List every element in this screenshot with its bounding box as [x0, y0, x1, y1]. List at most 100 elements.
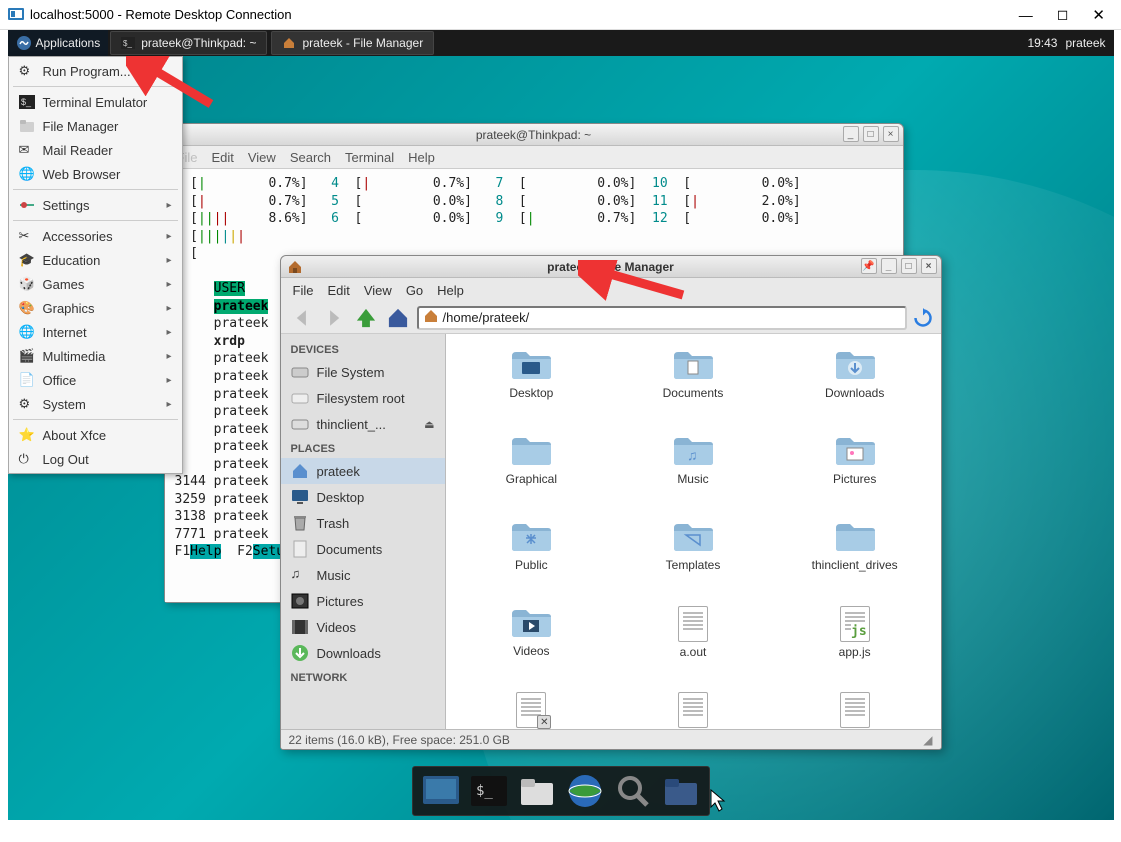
file-manager-window[interactable]: prateek - File Manager 📌_□× File Edit Vi… [280, 255, 942, 750]
sidebar-item-desktop[interactable]: Desktop [281, 484, 445, 510]
nav-up[interactable] [353, 307, 379, 329]
file-icon [834, 348, 876, 383]
file-item-file1-txt[interactable]: ✕file1.txt [454, 692, 610, 729]
file-item-public[interactable]: Public [454, 520, 610, 600]
desktop-icon [291, 488, 309, 506]
menu-terminal[interactable]: Terminal [345, 150, 394, 165]
dock-terminal[interactable]: $_ [467, 770, 511, 812]
sidebar-item-videos[interactable]: Videos [281, 614, 445, 640]
sidebar-item-thinclient[interactable]: thinclient_...⏏ [281, 411, 445, 437]
menu-about[interactable]: ⭐About Xfce [9, 423, 182, 447]
task-label: prateek@Thinkpad: ~ [141, 36, 256, 50]
minimize-button[interactable]: — [1019, 7, 1033, 23]
file-item-a-out[interactable]: a.out [615, 606, 771, 686]
file-item-downloads[interactable]: Downloads [777, 348, 933, 428]
menu-separator [13, 220, 178, 221]
nav-forward[interactable] [321, 307, 347, 329]
file-item-graphical[interactable]: Graphical [454, 434, 610, 514]
fm-icon-view[interactable]: DesktopDocumentsDownloads Graphical♫Music… [446, 334, 941, 729]
pin-icon[interactable]: 📌 [861, 258, 877, 274]
menu-terminal[interactable]: $_Terminal Emulator [9, 90, 182, 114]
sidebar-item-filesystem[interactable]: File System [281, 359, 445, 385]
window-minimize[interactable]: _ [881, 258, 897, 274]
system-icon: ⚙ [19, 396, 35, 412]
resize-grip[interactable]: ◢ [923, 733, 932, 747]
taskbar-item-terminal[interactable]: $_ prateek@Thinkpad: ~ [110, 31, 267, 55]
fm-titlebar[interactable]: prateek - File Manager 📌_□× [281, 256, 941, 278]
terminal-titlebar[interactable]: 📌 prateek@Thinkpad: ~ _□× [165, 124, 903, 146]
file-item-app-js[interactable]: jsapp.js [777, 606, 933, 686]
refresh-button[interactable] [913, 308, 933, 328]
maximize-button[interactable]: ◻ [1057, 6, 1069, 23]
menu-games[interactable]: 🎲Games▸ [9, 272, 182, 296]
menu-accessories[interactable]: ✂Accessories▸ [9, 224, 182, 248]
sidebar-item-downloads[interactable]: Downloads [281, 640, 445, 666]
menu-file[interactable]: File [293, 283, 314, 298]
menu-separator [13, 419, 178, 420]
sidebar-item-trash[interactable]: Trash [281, 510, 445, 536]
dock-web-browser[interactable] [563, 770, 607, 812]
menu-edit[interactable]: Edit [327, 283, 349, 298]
menu-system[interactable]: ⚙System▸ [9, 392, 182, 416]
menu-view[interactable]: View [364, 283, 392, 298]
chevron-right-icon: ▸ [166, 231, 171, 242]
menu-search[interactable]: Search [290, 150, 331, 165]
menu-run-program[interactable]: ⚙Run Program... [9, 59, 182, 83]
window-maximize[interactable]: □ [901, 258, 917, 274]
menu-mail[interactable]: ✉Mail Reader [9, 138, 182, 162]
sb-label: Pictures [317, 594, 364, 609]
menu-graphics[interactable]: 🎨Graphics▸ [9, 296, 182, 320]
dock-folder[interactable] [659, 770, 703, 812]
menu-edit[interactable]: Edit [211, 150, 233, 165]
file-item-templates[interactable]: Templates [615, 520, 771, 600]
music-icon: ♫ [291, 566, 309, 584]
sidebar-item-documents[interactable]: Documents [281, 536, 445, 562]
window-close[interactable]: × [883, 126, 899, 142]
file-item-file2-txt[interactable]: file2.txt [615, 692, 771, 729]
menu-web-browser[interactable]: 🌐Web Browser [9, 162, 182, 186]
menu-settings[interactable]: Settings▸ [9, 193, 182, 217]
file-item-hello-txt[interactable]: hello.txt [777, 692, 933, 729]
menu-help[interactable]: Help [408, 150, 435, 165]
multimedia-icon: 🎬 [19, 348, 35, 364]
menu-office[interactable]: 📄Office▸ [9, 368, 182, 392]
sidebar-item-pictures[interactable]: Pictures [281, 588, 445, 614]
location-bar[interactable]: /home/prateek/ [417, 306, 907, 330]
file-item-desktop[interactable]: Desktop [454, 348, 610, 428]
taskbar-item-filemanager[interactable]: prateek - File Manager [271, 31, 434, 55]
sidebar-item-home[interactable]: prateek [281, 458, 445, 484]
menu-internet[interactable]: 🌐Internet▸ [9, 320, 182, 344]
file-item-music[interactable]: ♫Music [615, 434, 771, 514]
window-close[interactable]: × [921, 258, 937, 274]
menu-multimedia[interactable]: 🎬Multimedia▸ [9, 344, 182, 368]
file-label: Music [677, 472, 708, 486]
applications-menu-button[interactable]: Applications [8, 30, 109, 56]
file-item-thinclient-drives[interactable]: thinclient_drives [777, 520, 933, 600]
menu-education[interactable]: 🎓Education▸ [9, 248, 182, 272]
file-item-pictures[interactable]: Pictures [777, 434, 933, 514]
dock-show-desktop[interactable] [419, 770, 463, 812]
menu-go[interactable]: Go [406, 283, 423, 298]
file-item-videos[interactable]: Videos [454, 606, 610, 686]
dock-file-manager[interactable] [515, 770, 559, 812]
menu-view[interactable]: View [248, 150, 276, 165]
window-maximize[interactable]: □ [863, 126, 879, 142]
menu-logout[interactable]: ⏻Log Out [9, 447, 182, 471]
terminal-title-text: prateek@Thinkpad: ~ [476, 128, 591, 142]
file-icon [510, 434, 552, 469]
user-label: prateek [1065, 36, 1105, 50]
home-icon [291, 462, 309, 480]
menu-label: Mail Reader [43, 143, 113, 158]
eject-icon[interactable]: ⏏ [424, 418, 434, 431]
sidebar-item-fsroot[interactable]: Filesystem root [281, 385, 445, 411]
sidebar-item-music[interactable]: ♫Music [281, 562, 445, 588]
file-item-documents[interactable]: Documents [615, 348, 771, 428]
close-button[interactable]: ✕ [1092, 6, 1105, 24]
nav-back[interactable] [289, 307, 315, 329]
window-minimize[interactable]: _ [843, 126, 859, 142]
menu-help[interactable]: Help [437, 283, 464, 298]
file-label: Videos [513, 644, 549, 658]
dock-app-finder[interactable] [611, 770, 655, 812]
nav-home[interactable] [385, 307, 411, 329]
menu-file-manager[interactable]: File Manager [9, 114, 182, 138]
